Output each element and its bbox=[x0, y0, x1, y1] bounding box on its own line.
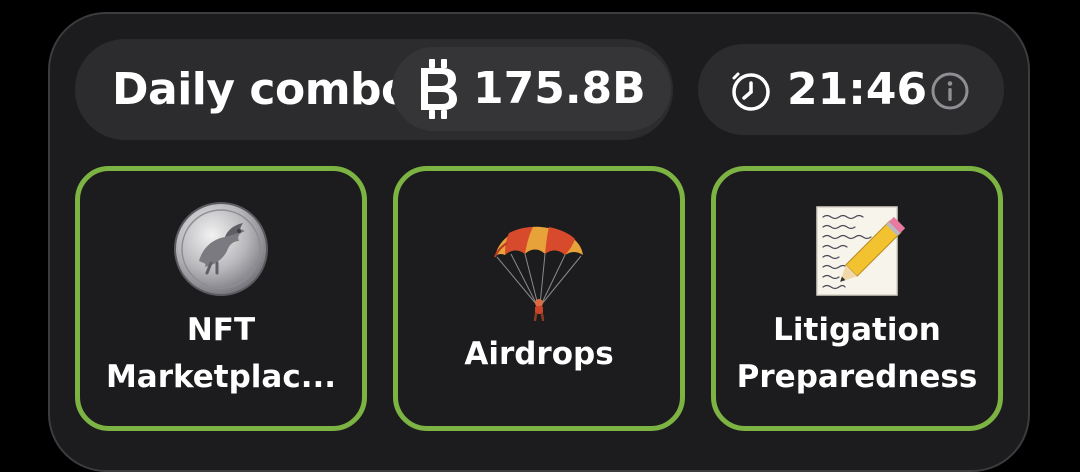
card-label-line-1: Litigation bbox=[773, 312, 941, 348]
coin-icon bbox=[421, 59, 457, 119]
coin-image bbox=[174, 202, 268, 296]
combo-card-airdrops[interactable]: Airdrops bbox=[393, 166, 685, 431]
card-label-line-2: Preparedness bbox=[736, 359, 978, 395]
daily-combo-title: Daily combo bbox=[112, 64, 411, 115]
memo-image bbox=[816, 206, 905, 296]
card-label-line-1: Airdrops bbox=[464, 336, 614, 372]
parachute-image bbox=[494, 226, 583, 321]
card-label-line-1: NFT bbox=[186, 312, 256, 348]
card-label-line-2: Marketplac... bbox=[105, 359, 337, 395]
clock-icon bbox=[732, 72, 770, 111]
combo-card-litigation-preparedness[interactable]: Litigation Preparedness bbox=[711, 166, 1003, 431]
info-icon[interactable] bbox=[930, 71, 970, 111]
timer-value: 21:46 bbox=[787, 64, 928, 115]
combo-card-nft-marketplace[interactable]: NFT Marketplac... bbox=[75, 166, 367, 431]
reward-value: 175.8B bbox=[473, 63, 646, 114]
